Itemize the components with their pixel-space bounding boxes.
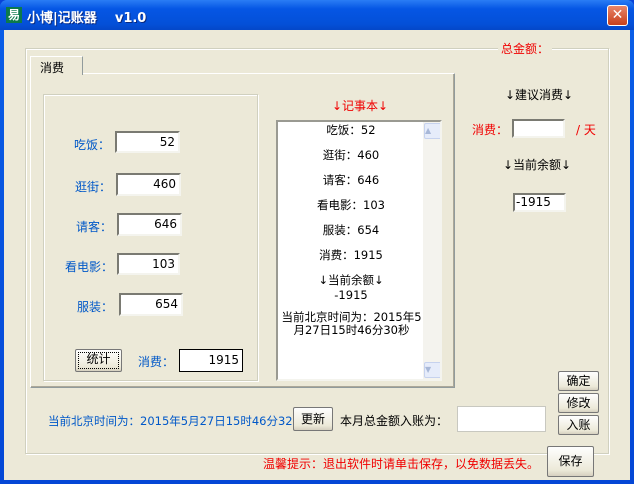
expense-label: 请客： (76, 220, 113, 234)
app-icon: 易 (6, 7, 22, 23)
expense-input-movie[interactable]: 103 (117, 253, 180, 275)
deposit-button[interactable]: 入账 (558, 415, 599, 435)
expense-label: 看电影： (65, 260, 114, 274)
expense-label: 逛街： (75, 180, 112, 194)
scroll-up-icon[interactable]: ▲ (424, 123, 440, 139)
note-line: 逛街：460 (322, 148, 380, 162)
note-balance-title: ↓当前余额↓ (318, 273, 384, 287)
refresh-button[interactable]: 更新 (293, 407, 333, 431)
notebook-title: ↓记事本↓ (332, 99, 389, 113)
notebook-scrollbar[interactable]: ▲ ▼ (423, 122, 440, 379)
balance-title: ↓当前余额↓ (503, 158, 572, 172)
note-line: 看电影：103 (317, 198, 385, 212)
expense-label: 服装： (77, 300, 114, 314)
modify-button[interactable]: 修改 (558, 393, 599, 413)
balance-field[interactable]: -1915 (513, 193, 566, 212)
app-window: 易 小博|记账器 v1.0 ✕ 总金额： 消费 吃饭： 52 逛街： 460 请… (0, 0, 634, 484)
save-tip: 温馨提示：退出软件时请单击保存，以免数据丢失。 (263, 457, 540, 471)
expense-input-clothes[interactable]: 654 (119, 293, 183, 316)
expense-input-shopping[interactable]: 460 (116, 173, 181, 196)
suggest-consume-input[interactable] (512, 119, 565, 138)
per-day-label: / 天 (576, 123, 596, 137)
confirm-button[interactable]: 确定 (558, 371, 599, 391)
consume-total-field[interactable]: 1915 (179, 349, 243, 372)
note-line: 吃饭：52 (326, 123, 376, 137)
current-time-label: 当前北京时间为：2015年5月27日15时46分32秒 (48, 414, 293, 428)
window-title: 小博|记账器 v1.0 (27, 11, 147, 26)
save-button[interactable]: 保存 (547, 446, 594, 477)
expense-input-treat[interactable]: 646 (117, 213, 182, 236)
expense-input-meal[interactable]: 52 (115, 131, 180, 153)
note-time: 当前北京时间为：2015年5月27日15时46分30秒 (281, 310, 422, 337)
stat-button[interactable]: 统计 (75, 349, 122, 372)
total-group-label: 总金额： (498, 40, 553, 57)
notebook-textarea[interactable]: 吃饭：52 逛街：460 请客：646 看电影：103 服装：654 消费：19… (276, 120, 442, 381)
suggest-consume-label: 消费： (472, 123, 509, 137)
scroll-down-icon[interactable]: ▼ (424, 362, 440, 378)
month-deposit-label: 本月总金额入账为： (340, 414, 449, 428)
title-bar[interactable]: 易 小博|记账器 v1.0 ✕ (0, 0, 634, 30)
expense-label: 吃饭： (74, 138, 111, 152)
month-deposit-input[interactable] (457, 406, 546, 432)
consume-label: 消费： (138, 355, 175, 369)
suggest-title: ↓建议消费↓ (505, 88, 574, 102)
client-area: 总金额： 消费 吃饭： 52 逛街： 460 请客： 646 看电影： 103 … (4, 30, 630, 480)
tab-consume[interactable]: 消费 (30, 56, 83, 75)
note-balance: -1915 (334, 288, 368, 302)
note-line: 消费：1915 (319, 248, 383, 262)
note-line: 请客：646 (322, 173, 380, 187)
note-line: 服装：654 (322, 223, 380, 237)
close-button[interactable]: ✕ (607, 5, 628, 26)
